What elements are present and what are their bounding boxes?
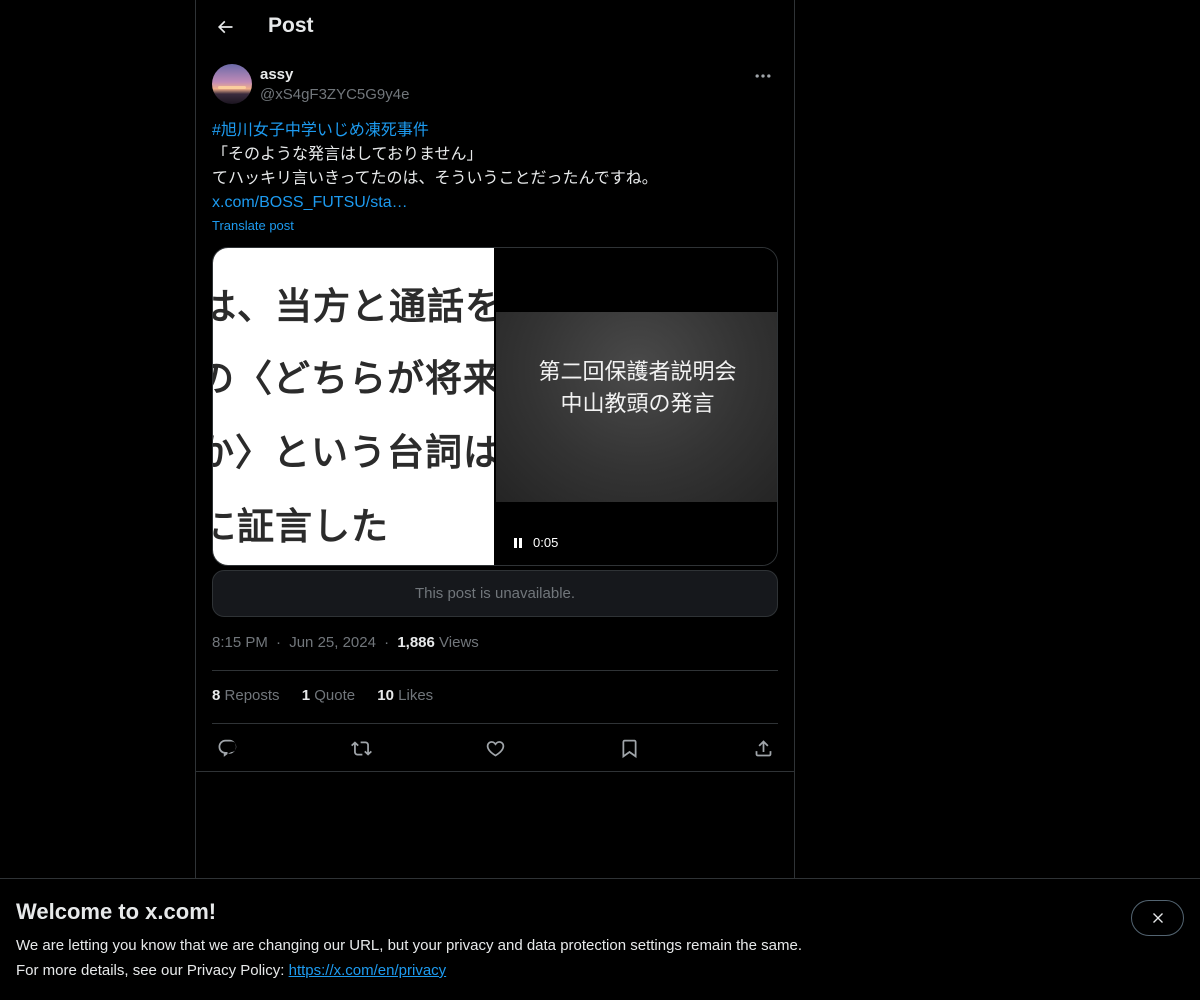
video-caption: 第二回保護者説明会 中山教頭の発言 xyxy=(496,357,777,421)
reposts-stat[interactable]: 8 Reposts xyxy=(212,687,280,704)
banner-message: We are letting you know that we are chan… xyxy=(16,937,802,954)
likes-label: Likes xyxy=(398,687,434,704)
post-actions xyxy=(212,733,778,763)
privacy-policy-link[interactable]: https://x.com/en/privacy xyxy=(289,962,447,979)
post-link[interactable]: x.com/BOSS_FUTSU/sta… xyxy=(212,191,778,215)
post-date[interactable]: Jun 25, 2024 xyxy=(289,634,376,651)
views-label: Views xyxy=(439,634,479,651)
quotes-stat[interactable]: 1 Quote xyxy=(302,687,355,704)
media-image[interactable]: は、当方と通話をし の〈どちらが将来の か〉という台詞は、 に証言した xyxy=(213,248,494,565)
post-meta: 8:15 PM · Jun 25, 2024 · 1,886 Views xyxy=(212,634,479,651)
author-handle[interactable]: @xS4gF3ZYC5G9y4e xyxy=(260,86,409,103)
reposts-count: 8 xyxy=(212,687,221,704)
post-header: Post xyxy=(196,0,794,54)
reposts-label: Reposts xyxy=(224,687,280,704)
close-banner-button[interactable] xyxy=(1131,900,1184,936)
video-frame: 第二回保護者説明会 中山教頭の発言 xyxy=(496,312,777,502)
post-text-line: 「そのような発言はしておりません」 xyxy=(212,146,483,163)
post-time[interactable]: 8:15 PM xyxy=(212,634,268,651)
image-text-line: か〉という台詞は、 xyxy=(213,431,494,474)
likes-stat[interactable]: 10 Likes xyxy=(377,687,433,704)
more-button[interactable] xyxy=(748,64,778,88)
image-text-line: に証言した xyxy=(213,505,389,548)
reply-button[interactable] xyxy=(212,733,242,763)
image-text-line: の〈どちらが将来の xyxy=(213,357,494,400)
video-time: 0:05 xyxy=(533,535,559,550)
quotes-label: Quote xyxy=(314,687,356,704)
more-horizontal-icon xyxy=(755,74,771,78)
bookmark-button[interactable] xyxy=(614,733,644,763)
arrow-left-icon xyxy=(217,20,233,34)
banner-privacy-line: For more details, see our Privacy Policy… xyxy=(16,962,446,979)
likes-count: 10 xyxy=(377,687,394,704)
avatar[interactable] xyxy=(212,64,252,104)
divider xyxy=(212,723,778,724)
author-name[interactable]: assy xyxy=(260,66,293,83)
video-caption-line: 第二回保護者説明会 xyxy=(538,360,737,385)
quoted-post-unavailable: This post is unavailable. xyxy=(212,570,778,617)
post-column: Post assy @xS4gF3ZYC5G9y4e #旭川女子中学いじめ凍死事… xyxy=(195,0,795,880)
video-caption-line: 中山教頭の発言 xyxy=(560,392,715,417)
repost-icon xyxy=(350,740,372,756)
share-icon xyxy=(755,739,771,756)
hashtag-link[interactable]: #旭川女子中学いじめ凍死事件 xyxy=(212,119,778,143)
back-button[interactable] xyxy=(208,10,242,44)
media-video[interactable]: 第二回保護者説明会 中山教頭の発言 0:05 xyxy=(496,248,777,565)
divider xyxy=(212,670,778,671)
page-title: Post xyxy=(268,14,314,37)
post-text: #旭川女子中学いじめ凍死事件 「そのような発言はしておりません」 てハッキリ言い… xyxy=(212,119,778,215)
share-button[interactable] xyxy=(748,733,778,763)
translate-post-link[interactable]: Translate post xyxy=(212,218,294,233)
banner-privacy-prefix: For more details, see our Privacy Policy… xyxy=(16,962,285,979)
post-media: は、当方と通話をし の〈どちらが将来の か〉という台詞は、 に証言した 第二回保… xyxy=(212,247,778,566)
divider xyxy=(195,771,795,772)
post-stats: 8 Reposts 1 Quote 10 Likes xyxy=(212,687,451,704)
post-author: assy @xS4gF3ZYC5G9y4e xyxy=(212,64,778,108)
reply-icon xyxy=(218,739,236,757)
views-count: 1,886 xyxy=(397,634,435,651)
pause-icon[interactable] xyxy=(512,536,524,550)
meta-separator: · xyxy=(276,634,282,651)
quotes-count: 1 xyxy=(301,687,311,704)
like-button[interactable] xyxy=(480,733,510,763)
bookmark-icon xyxy=(622,739,636,758)
like-icon xyxy=(486,740,504,757)
repost-button[interactable] xyxy=(346,733,376,763)
meta-separator: · xyxy=(384,634,390,651)
banner-title: Welcome to x.com! xyxy=(16,899,217,924)
welcome-banner: Welcome to x.com! We are letting you kno… xyxy=(0,878,1200,1000)
close-icon xyxy=(1152,913,1163,923)
image-text-line: は、当方と通話をし xyxy=(213,285,494,328)
post-text-line: てハッキリ言いきってたのは、そういうことだったんですね。 xyxy=(212,170,658,187)
